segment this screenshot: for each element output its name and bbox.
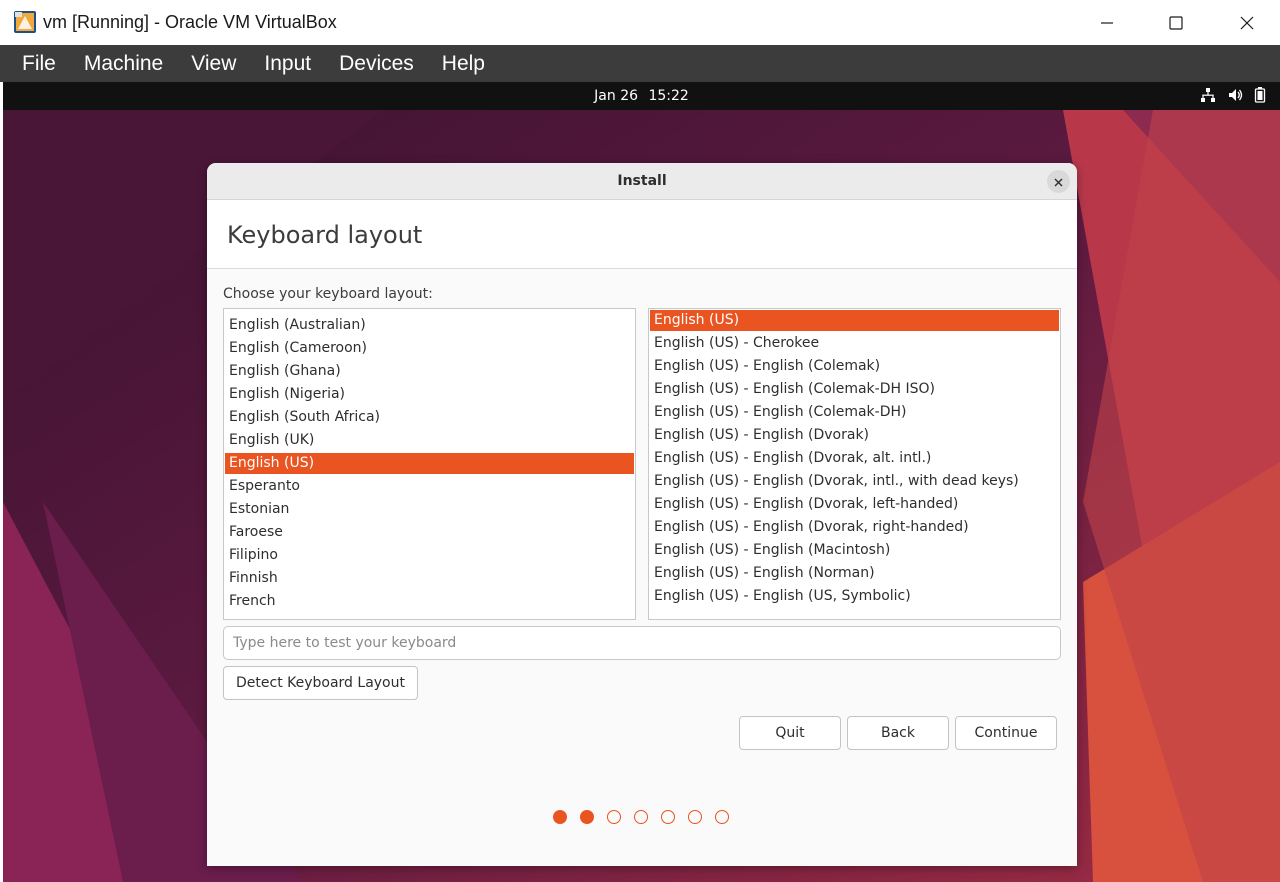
install-dialog: Install Keyboard layout Choose your keyb… (207, 163, 1077, 866)
guest-screen[interactable]: Jan 26 15:22 Install Keyboard layout Cho… (3, 82, 1280, 882)
progress-dot (553, 810, 567, 824)
list-item[interactable]: Esperanto (225, 476, 634, 497)
list-item-selected[interactable]: English (US) (225, 453, 634, 474)
close-icon (1054, 172, 1063, 191)
battery-icon (1254, 87, 1266, 103)
menu-machine[interactable]: Machine (70, 45, 177, 82)
progress-dot (661, 810, 675, 824)
list-item[interactable]: English (US) - English (Colemak-DH) (650, 402, 1059, 423)
list-item[interactable]: Estonian (225, 499, 634, 520)
menu-input[interactable]: Input (250, 45, 325, 82)
list-item[interactable]: English (US) - English (Colemak) (650, 356, 1059, 377)
list-item[interactable]: English (US) - Cherokee (650, 333, 1059, 354)
quit-button[interactable]: Quit (739, 716, 841, 750)
progress-dot (580, 810, 594, 824)
list-item[interactable]: English (US) - English (Dvorak, intl., w… (650, 471, 1059, 492)
maximize-button[interactable] (1141, 0, 1211, 45)
page-title: Keyboard layout (227, 221, 423, 249)
guest-top-bar: Jan 26 15:22 (3, 82, 1280, 110)
list-item[interactable]: English (US) - English (Norman) (650, 563, 1059, 584)
continue-button[interactable]: Continue (955, 716, 1057, 750)
dialog-header: Install (207, 163, 1077, 200)
close-button[interactable] (1212, 0, 1280, 45)
page-header: Keyboard layout (207, 200, 1077, 269)
layout-prompt: Choose your keyboard layout: (223, 286, 433, 302)
minimize-button[interactable] (1072, 0, 1142, 45)
volume-icon (1227, 87, 1243, 103)
close-icon (1239, 15, 1255, 31)
network-icon (1200, 87, 1216, 103)
maximize-icon (1168, 15, 1184, 31)
minimize-icon (1099, 15, 1115, 31)
list-item[interactable]: English (Ghana) (225, 361, 634, 382)
list-item[interactable]: English (US) - English (Macintosh) (650, 540, 1059, 561)
layout-list[interactable]: English (Australian) English (Cameroon) … (223, 308, 636, 620)
list-item[interactable]: English (Nigeria) (225, 384, 634, 405)
list-item[interactable]: English (Cameroon) (225, 338, 634, 359)
menu-devices[interactable]: Devices (325, 45, 428, 82)
dialog-title: Install (617, 173, 667, 189)
variant-list[interactable]: English (US) English (US) - Cherokee Eng… (648, 308, 1061, 620)
list-item[interactable]: Filipino (225, 545, 634, 566)
guest-clock[interactable]: Jan 26 15:22 (3, 88, 1280, 104)
list-item-selected[interactable]: English (US) (650, 310, 1059, 331)
menu-help[interactable]: Help (428, 45, 499, 82)
list-item[interactable]: English (US) - English (US, Symbolic) (650, 586, 1059, 607)
virtualbox-icon (13, 10, 37, 34)
progress-dot (634, 810, 648, 824)
list-item[interactable]: English (Australian) (225, 315, 634, 336)
list-item[interactable]: English (US) - English (Dvorak, alt. int… (650, 448, 1059, 469)
menu-view[interactable]: View (177, 45, 250, 82)
list-item[interactable]: English (South Africa) (225, 407, 634, 428)
list-item[interactable]: English (US) - English (Colemak-DH ISO) (650, 379, 1059, 400)
progress-dot (715, 810, 729, 824)
installer-progress (207, 809, 1077, 825)
list-item[interactable]: Faroese (225, 522, 634, 543)
list-item[interactable]: English (US) - English (Dvorak, right-ha… (650, 517, 1059, 538)
list-item[interactable]: English (US) - English (Dvorak, left-han… (650, 494, 1059, 515)
clock-time: 15:22 (648, 88, 689, 104)
list-item[interactable]: Finnish (225, 568, 634, 589)
progress-dot (607, 810, 621, 824)
detect-keyboard-layout-button[interactable]: Detect Keyboard Layout (223, 666, 418, 700)
clock-date: Jan 26 (594, 88, 639, 104)
back-button[interactable]: Back (847, 716, 949, 750)
keyboard-test-input[interactable] (223, 626, 1061, 660)
progress-dot (688, 810, 702, 824)
list-item[interactable]: English (UK) (225, 430, 634, 451)
list-item[interactable]: English (US) - English (Dvorak) (650, 425, 1059, 446)
list-item-partial (650, 609, 1059, 619)
menu-bar: File Machine View Input Devices Help (0, 45, 1280, 82)
list-item[interactable]: French (225, 591, 634, 612)
window-titlebar: vm [Running] - Oracle VM VirtualBox (0, 0, 1280, 45)
menu-file[interactable]: File (8, 45, 70, 82)
window-title: vm [Running] - Oracle VM VirtualBox (43, 12, 337, 32)
system-tray[interactable] (1200, 87, 1266, 103)
dialog-close-button[interactable] (1047, 170, 1070, 193)
